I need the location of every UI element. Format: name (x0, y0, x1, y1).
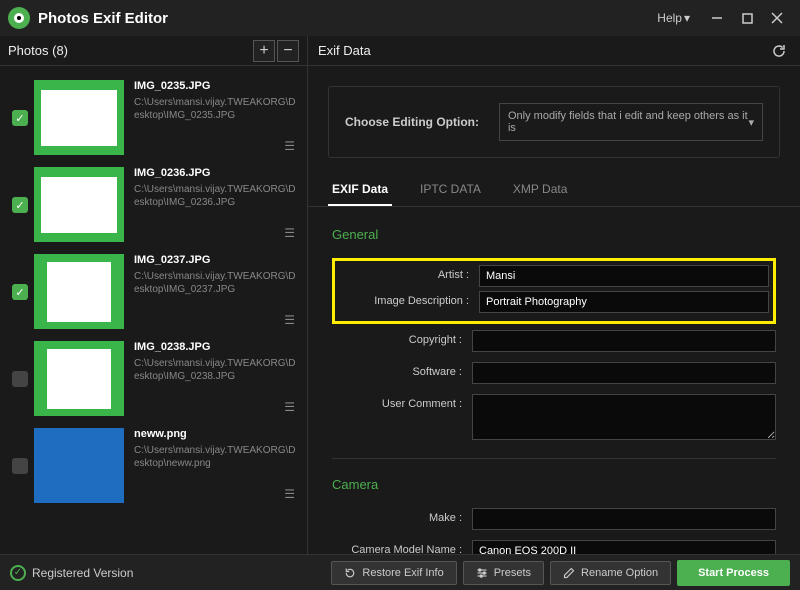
artist-label: Artist : (339, 265, 469, 281)
photo-meta: IMG_0237.JPG C:\Users\mansi.vijay.TWEAKOR… (124, 254, 299, 296)
artist-input[interactable] (479, 265, 769, 287)
minimize-button[interactable] (702, 3, 732, 33)
check-icon: ✓ (10, 565, 26, 581)
photo-name: IMG_0238.JPG (134, 341, 299, 353)
photo-name: IMG_0236.JPG (134, 167, 299, 179)
thumbnail (34, 254, 124, 329)
titlebar: Photos Exif Editor Help▾ (0, 0, 800, 36)
copyright-input[interactable] (472, 330, 776, 352)
photo-path: C:\Users\mansi.vijay.TWEAKORG\Desktop\IM… (134, 357, 299, 383)
list-item[interactable]: ✓ IMG_0235.JPG C:\Users\mansi.vijay.TWEAKO… (4, 74, 303, 161)
photos-title: Photos (8) (8, 43, 68, 58)
make-label: Make : (332, 508, 462, 524)
photo-meta: neww.png C:\Users\mansi.vijay.TWEAKORG\De… (124, 428, 299, 470)
add-photo-button[interactable]: + (253, 40, 275, 62)
item-menu-icon[interactable]: ☰ (284, 139, 295, 153)
software-label: Software : (332, 362, 462, 378)
registered-status: ✓ Registered Version (10, 565, 133, 581)
refresh-button[interactable] (768, 40, 790, 62)
divider (332, 458, 776, 459)
start-process-button[interactable]: Start Process (677, 560, 790, 586)
rename-button[interactable]: Rename Option (550, 561, 671, 585)
checkbox[interactable] (12, 371, 28, 387)
photo-name: neww.png (134, 428, 299, 440)
comment-input[interactable] (472, 394, 776, 440)
photo-meta: IMG_0236.JPG C:\Users\mansi.vijay.TWEAKOR… (124, 167, 299, 209)
thumbnail (34, 80, 124, 155)
photos-panel: Photos (8) + − ✓ IMG_0235.JPG C:\Users\man… (0, 36, 308, 554)
photo-path: C:\Users\mansi.vijay.TWEAKORG\Desktop\IM… (134, 183, 299, 209)
chevron-down-icon: ▾ (748, 116, 754, 129)
footer: ✓ Registered Version Restore Exif Info P… (0, 554, 800, 590)
close-button[interactable] (762, 3, 792, 33)
thumbnail (34, 341, 124, 416)
list-item[interactable]: neww.png C:\Users\mansi.vijay.TWEAKORG\De… (4, 422, 303, 509)
model-input[interactable] (472, 540, 776, 554)
list-item[interactable]: ✓ IMG_0237.JPG C:\Users\mansi.vijay.TWEAKO… (4, 248, 303, 335)
desc-input[interactable] (479, 291, 769, 313)
make-input[interactable] (472, 508, 776, 530)
photo-meta: IMG_0235.JPG C:\Users\mansi.vijay.TWEAKOR… (124, 80, 299, 122)
tab-xmp[interactable]: XMP Data (509, 174, 571, 206)
exif-title: Exif Data (318, 43, 371, 58)
item-menu-icon[interactable]: ☰ (284, 313, 295, 327)
comment-label: User Comment : (332, 394, 462, 410)
list-item[interactable]: IMG_0238.JPG C:\Users\mansi.vijay.TWEAKOR… (4, 335, 303, 422)
highlight-group: Artist : Image Description : (332, 258, 776, 324)
item-menu-icon[interactable]: ☰ (284, 487, 295, 501)
checkbox[interactable]: ✓ (12, 110, 28, 126)
desc-label: Image Description : (339, 291, 469, 307)
checkbox[interactable] (12, 458, 28, 474)
option-label: Choose Editing Option: (345, 115, 479, 129)
software-input[interactable] (472, 362, 776, 384)
restore-button[interactable]: Restore Exif Info (331, 561, 456, 585)
photo-path: C:\Users\mansi.vijay.TWEAKORG\Desktop\ne… (134, 444, 299, 470)
thumbnail (34, 428, 124, 503)
tab-exif[interactable]: EXIF Data (328, 174, 392, 206)
section-general: General (332, 227, 776, 242)
tabs: EXIF Data IPTC DATA XMP Data (308, 174, 800, 207)
photo-list[interactable]: ✓ IMG_0235.JPG C:\Users\mansi.vijay.TWEAKO… (0, 66, 307, 554)
app-title: Photos Exif Editor (38, 10, 168, 27)
tab-iptc[interactable]: IPTC DATA (416, 174, 485, 206)
model-label: Camera Model Name : (332, 540, 462, 554)
photo-name: IMG_0237.JPG (134, 254, 299, 266)
photo-name: IMG_0235.JPG (134, 80, 299, 92)
item-menu-icon[interactable]: ☰ (284, 400, 295, 414)
thumbnail (34, 167, 124, 242)
form-area[interactable]: General Artist : Image Description : Cop… (308, 207, 800, 554)
checkbox[interactable]: ✓ (12, 197, 28, 213)
list-item[interactable]: ✓ IMG_0236.JPG C:\Users\mansi.vijay.TWEAKO… (4, 161, 303, 248)
option-row: Choose Editing Option: Only modify field… (308, 66, 800, 174)
checkbox[interactable]: ✓ (12, 284, 28, 300)
photo-path: C:\Users\mansi.vijay.TWEAKORG\Desktop\IM… (134, 270, 299, 296)
help-menu[interactable]: Help▾ (657, 11, 690, 25)
maximize-button[interactable] (732, 3, 762, 33)
exif-panel: Exif Data Choose Editing Option: Only mo… (308, 36, 800, 554)
app-logo (8, 7, 30, 29)
photos-header: Photos (8) + − (0, 36, 307, 66)
photo-path: C:\Users\mansi.vijay.TWEAKORG\Desktop\IM… (134, 96, 299, 122)
section-camera: Camera (332, 477, 776, 492)
exif-header: Exif Data (308, 36, 800, 66)
photo-meta: IMG_0238.JPG C:\Users\mansi.vijay.TWEAKOR… (124, 341, 299, 383)
copyright-label: Copyright : (332, 330, 462, 346)
remove-photo-button[interactable]: − (277, 40, 299, 62)
item-menu-icon[interactable]: ☰ (284, 226, 295, 240)
presets-button[interactable]: Presets (463, 561, 544, 585)
editing-option-select[interactable]: Only modify fields that i edit and keep … (499, 103, 763, 141)
main: Photos (8) + − ✓ IMG_0235.JPG C:\Users\man… (0, 36, 800, 554)
